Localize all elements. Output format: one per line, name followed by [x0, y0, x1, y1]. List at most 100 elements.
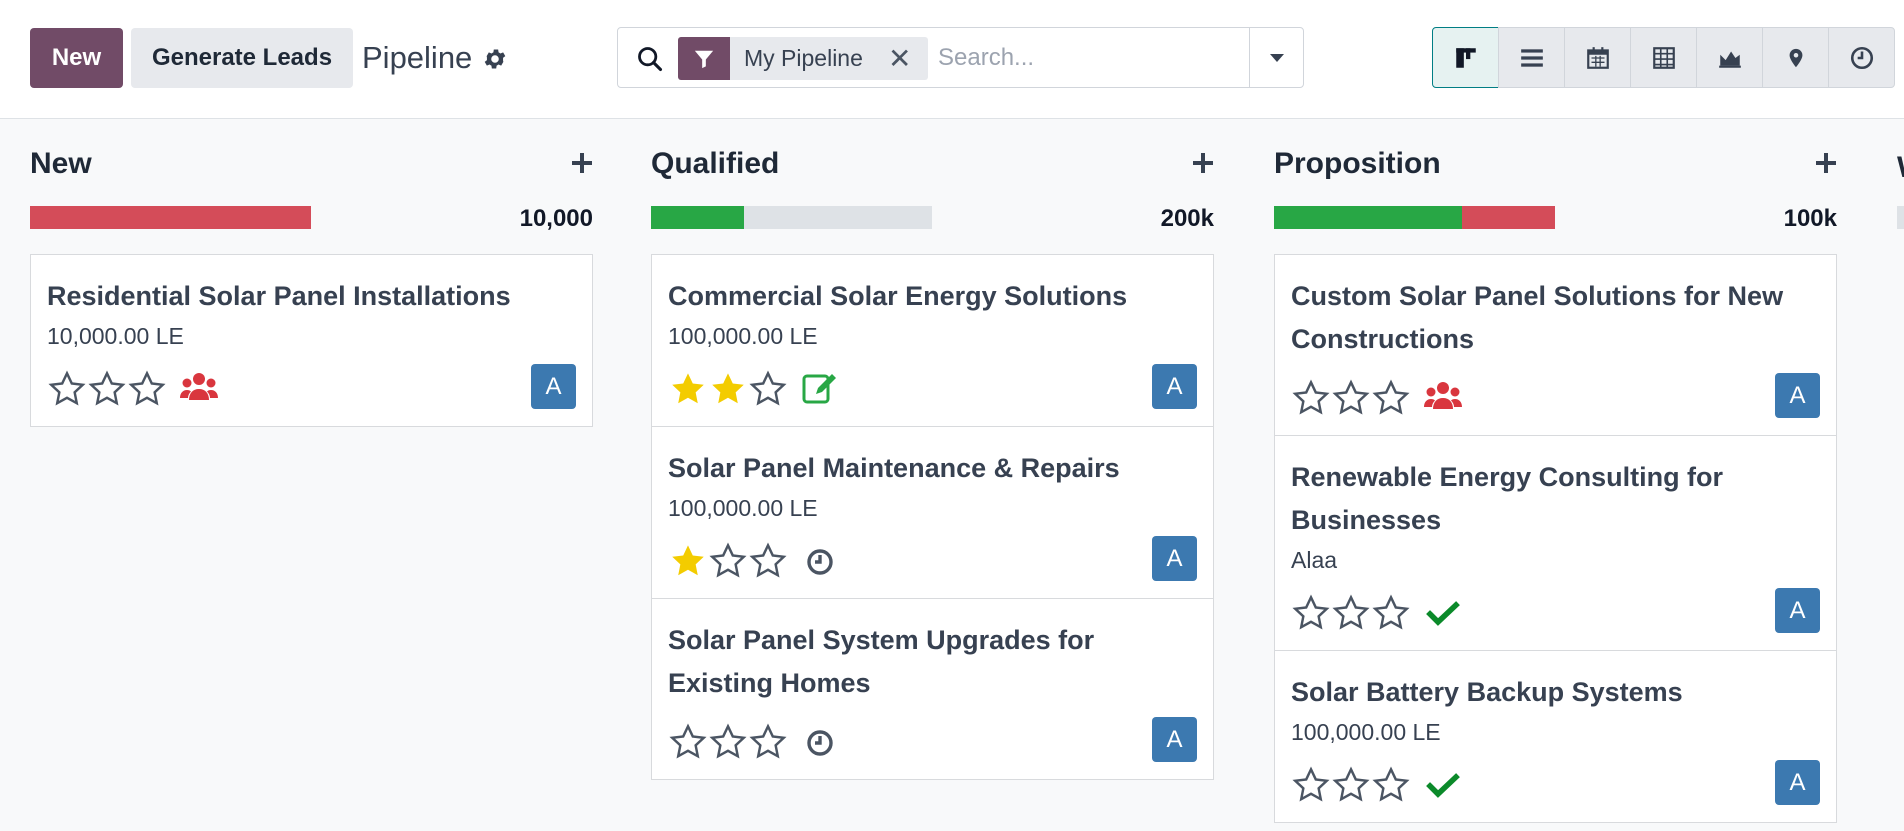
search-facet: My Pipeline ✕ — [678, 37, 928, 80]
star-icon[interactable] — [1371, 766, 1411, 802]
view-pivot-button[interactable] — [1630, 27, 1697, 88]
add-card-icon[interactable] — [1192, 152, 1214, 174]
card-subtitle: 10,000.00 LE — [47, 323, 184, 349]
search-options-toggle[interactable] — [1249, 28, 1303, 87]
check-icon[interactable] — [1423, 592, 1463, 632]
star-icon[interactable] — [748, 370, 788, 406]
star-filled-icon[interactable] — [668, 542, 708, 578]
priority-stars — [1291, 594, 1411, 630]
caret-down-icon — [1269, 53, 1284, 62]
search-input[interactable] — [936, 38, 1236, 78]
priority-stars — [668, 723, 788, 759]
star-icon[interactable] — [708, 542, 748, 578]
search-bar: My Pipeline ✕ — [617, 27, 1304, 88]
kanban-card[interactable]: Solar Panel Maintenance & Repairs 100,000… — [651, 426, 1214, 599]
column-title: New — [30, 147, 92, 180]
star-icon[interactable] — [1291, 379, 1331, 415]
card-title: Commercial Solar Energy Solutions — [668, 281, 1128, 311]
star-icon[interactable] — [1331, 594, 1371, 630]
check-icon[interactable] — [1423, 764, 1463, 804]
star-icon[interactable] — [1371, 379, 1411, 415]
star-icon[interactable] — [668, 723, 708, 759]
kanban-card[interactable]: Residential Solar Panel Installations 10,… — [30, 254, 593, 427]
kanban-card[interactable]: Solar Battery Backup Systems 100,000.00 L… — [1274, 650, 1837, 823]
card-title: Renewable Energy Consulting for Business… — [1291, 462, 1724, 535]
priority-stars — [47, 370, 167, 406]
column-total: 100k — [1783, 205, 1837, 232]
clock-icon[interactable] — [800, 721, 840, 761]
card-subtitle: 100,000.00 LE — [668, 323, 818, 349]
view-calendar-button[interactable] — [1564, 27, 1631, 88]
progress-green-segment[interactable] — [1274, 206, 1463, 229]
star-filled-icon[interactable] — [668, 370, 708, 406]
new-button[interactable]: New — [30, 28, 123, 88]
star-icon[interactable] — [1291, 594, 1331, 630]
column-title: Qualified — [651, 147, 780, 180]
next-column-progress — [1897, 206, 1904, 229]
column-cards: Custom Solar Panel Solutions for New Con… — [1274, 254, 1837, 823]
add-card-icon[interactable] — [1815, 152, 1837, 174]
view-graph-button[interactable] — [1696, 27, 1763, 88]
view-kanban-button[interactable] — [1432, 27, 1499, 88]
card-footer: A — [668, 705, 1197, 779]
card-title: Solar Panel System Upgrades for Existing… — [668, 625, 1095, 698]
avatar[interactable]: A — [1152, 536, 1197, 581]
star-icon[interactable] — [748, 542, 788, 578]
users-icon[interactable] — [179, 368, 219, 408]
generate-leads-button[interactable]: Generate Leads — [131, 28, 353, 88]
users-icon[interactable] — [1423, 377, 1463, 417]
priority-stars — [1291, 379, 1411, 415]
clock-icon[interactable] — [800, 540, 840, 580]
control-panel: New Generate Leads Pipeline My Pipeline … — [0, 0, 1904, 119]
kanban-card[interactable]: Commercial Solar Energy Solutions 100,000… — [651, 254, 1214, 427]
view-map-button[interactable] — [1762, 27, 1829, 88]
view-activity-button[interactable] — [1828, 27, 1895, 88]
star-filled-icon[interactable] — [708, 370, 748, 406]
avatar[interactable]: A — [1775, 588, 1820, 633]
avatar[interactable]: A — [1775, 373, 1820, 418]
next-column-title: W — [1897, 151, 1904, 185]
column-total: 200k — [1160, 205, 1214, 232]
column-progress-bar[interactable] — [30, 206, 311, 229]
star-icon[interactable] — [1291, 766, 1331, 802]
card-subtitle: 100,000.00 LE — [668, 495, 818, 521]
avatar[interactable]: A — [531, 364, 576, 409]
facet-remove-button[interactable]: ✕ — [880, 37, 911, 80]
star-icon[interactable] — [87, 370, 127, 406]
star-icon[interactable] — [127, 370, 167, 406]
star-icon[interactable] — [1331, 379, 1371, 415]
column-progress-bar[interactable] — [1274, 206, 1555, 229]
column-total: 10,000 — [519, 205, 593, 232]
area-chart-icon — [1718, 51, 1741, 68]
progress-green-segment[interactable] — [651, 206, 744, 229]
star-icon[interactable] — [1371, 594, 1411, 630]
gear-icon[interactable] — [482, 46, 508, 72]
card-title: Custom Solar Panel Solutions for New Con… — [1291, 281, 1784, 354]
view-list-button[interactable] — [1498, 27, 1565, 88]
priority-stars — [668, 370, 788, 406]
card-title: Solar Panel Maintenance & Repairs — [668, 453, 1120, 483]
progress-red-segment[interactable] — [30, 206, 311, 229]
avatar[interactable]: A — [1152, 717, 1197, 762]
column-cards: Commercial Solar Energy Solutions 100,000… — [651, 254, 1214, 780]
pivot-table-icon — [1652, 46, 1675, 69]
avatar[interactable]: A — [1775, 760, 1820, 805]
star-icon[interactable] — [748, 723, 788, 759]
star-icon[interactable] — [708, 723, 748, 759]
kanban-card[interactable]: Renewable Energy Consulting for Business… — [1274, 435, 1837, 651]
priority-stars — [668, 542, 788, 578]
view-switcher — [1432, 27, 1895, 88]
column-progress-bar[interactable] — [651, 206, 932, 229]
kanban-card[interactable]: Custom Solar Panel Solutions for New Con… — [1274, 254, 1837, 436]
add-card-icon[interactable] — [571, 152, 593, 174]
card-title: Solar Battery Backup Systems — [1291, 677, 1683, 707]
progress-red-segment[interactable] — [1462, 206, 1555, 229]
column-cards: Residential Solar Panel Installations 10,… — [30, 254, 593, 427]
search-icon[interactable] — [636, 45, 664, 73]
avatar[interactable]: A — [1152, 364, 1197, 409]
card-footer: A — [668, 352, 1197, 426]
edit-icon[interactable] — [800, 368, 840, 408]
kanban-card[interactable]: Solar Panel System Upgrades for Existing… — [651, 598, 1214, 780]
star-icon[interactable] — [47, 370, 87, 406]
star-icon[interactable] — [1331, 766, 1371, 802]
